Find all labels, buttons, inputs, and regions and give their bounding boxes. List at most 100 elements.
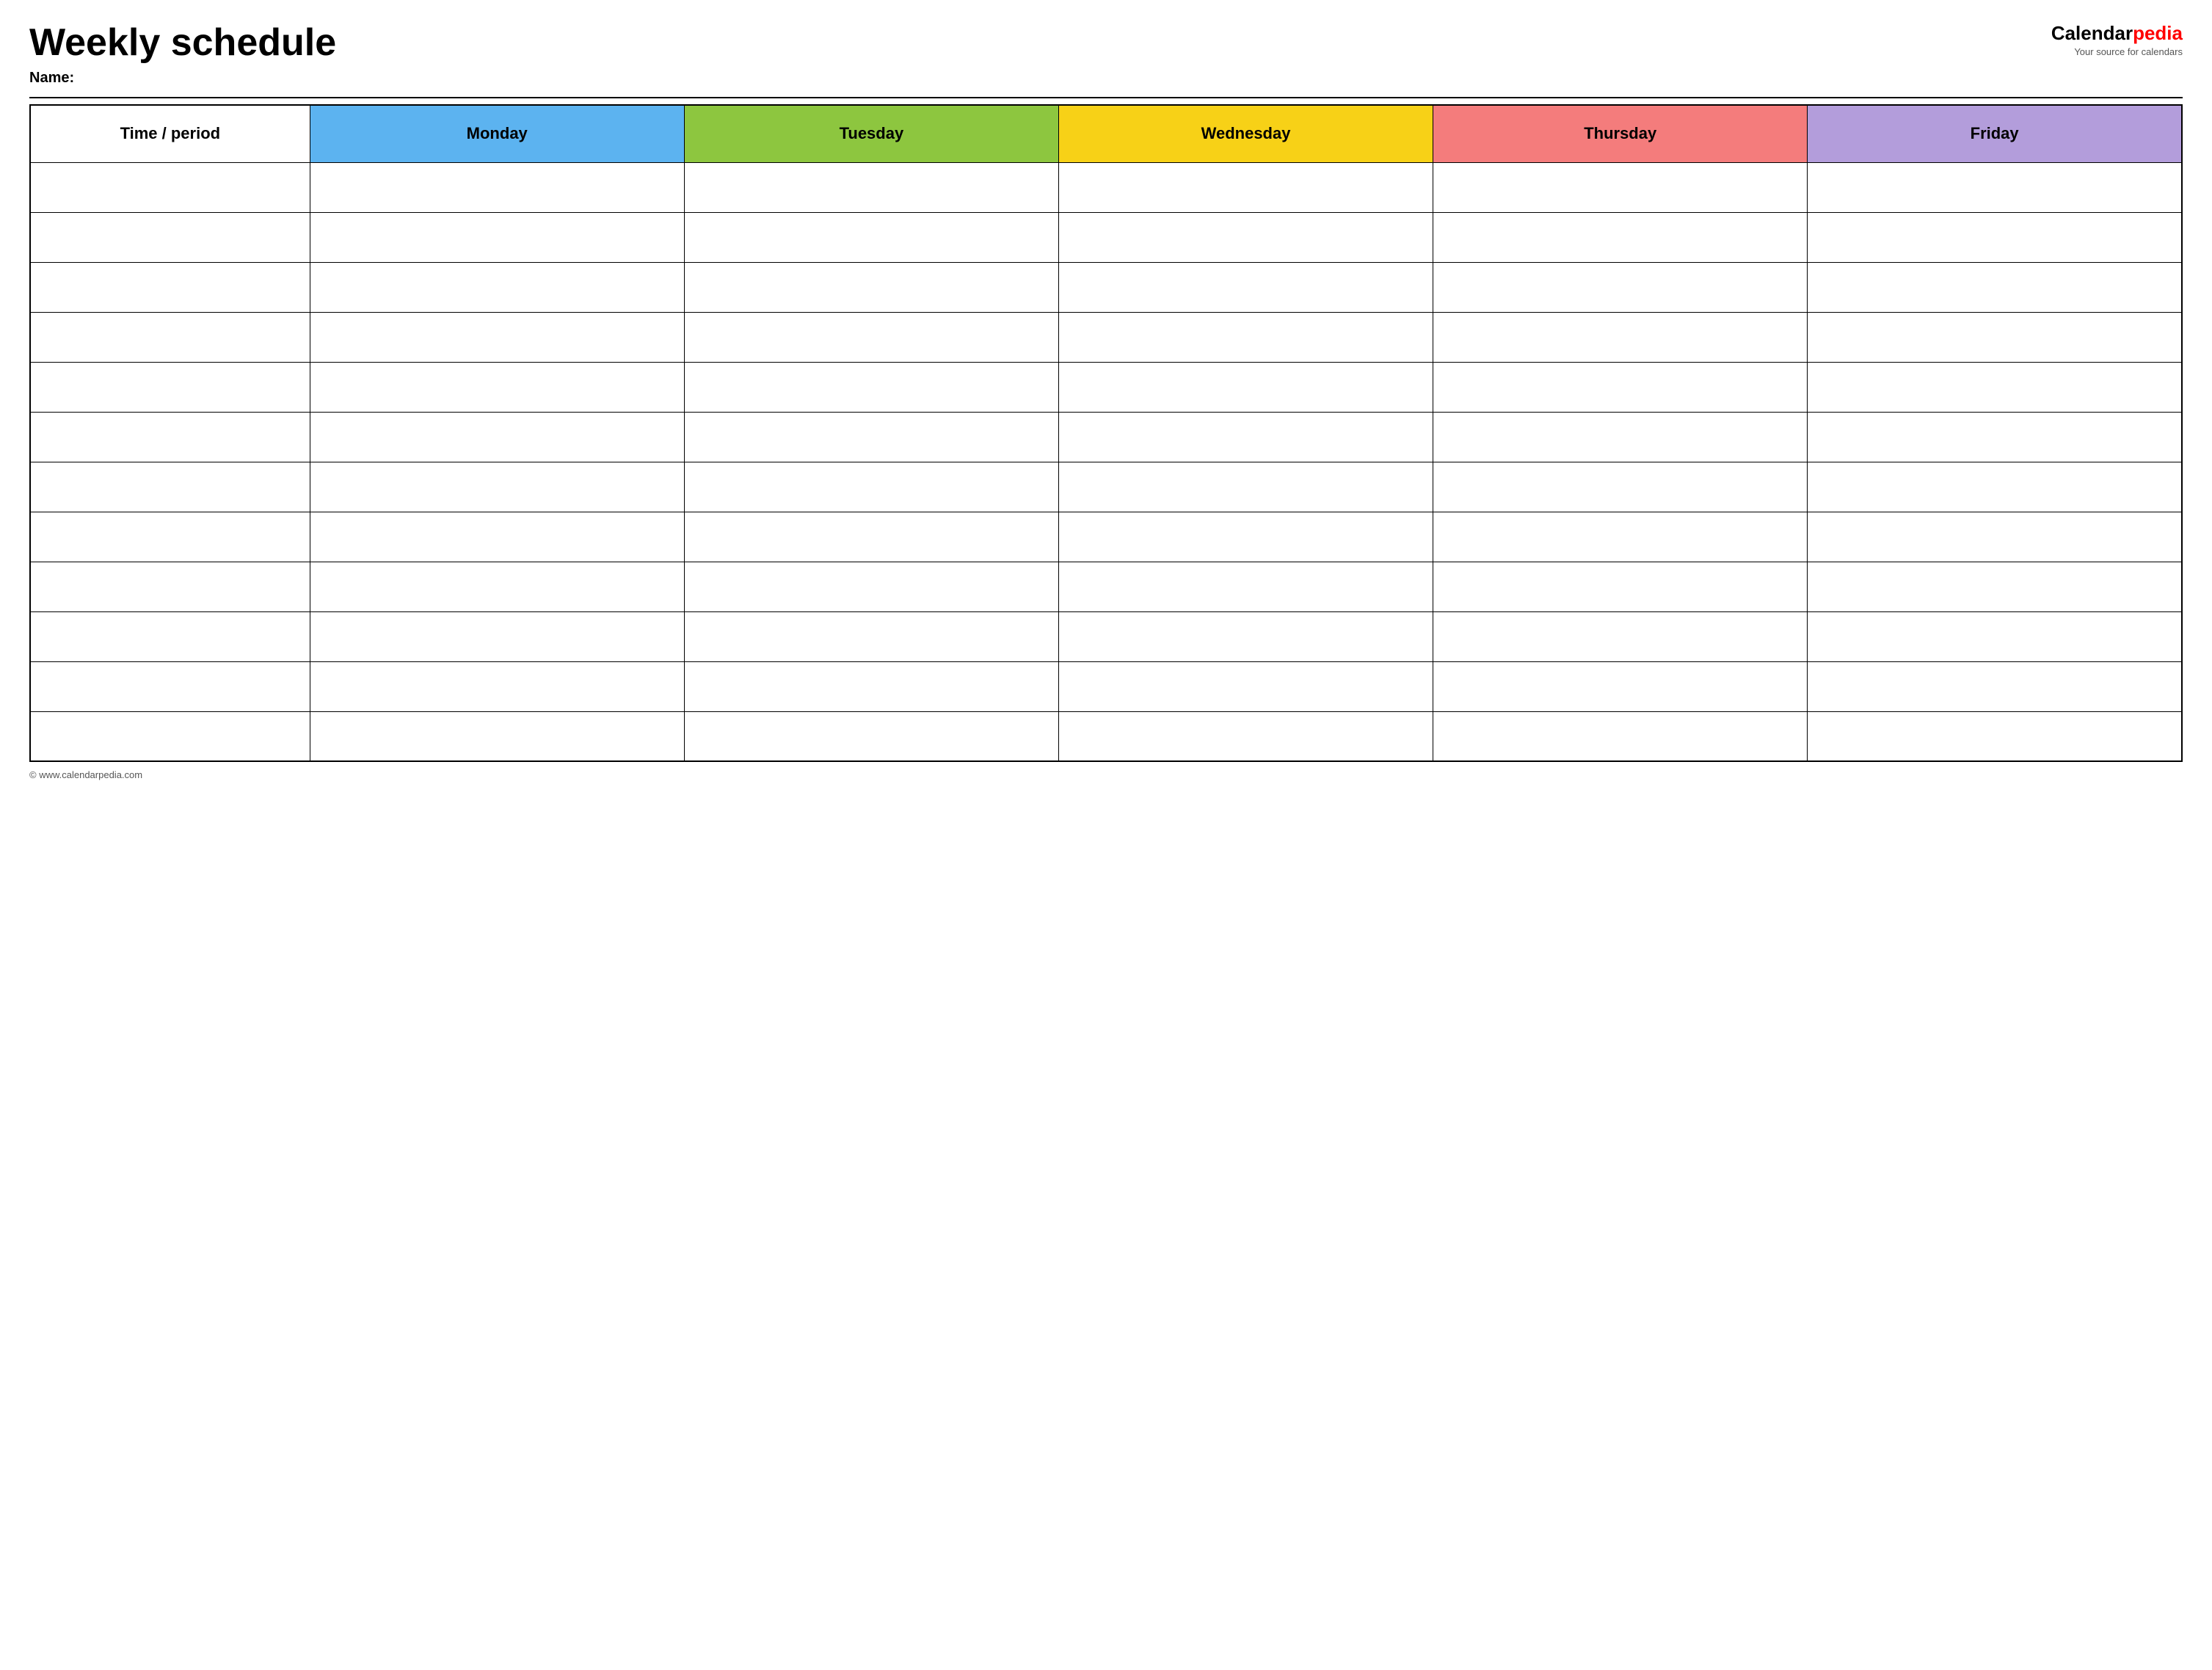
schedule-cell[interactable]: [1058, 262, 1433, 312]
footer-url: © www.calendarpedia.com: [29, 769, 142, 780]
time-cell[interactable]: [30, 162, 310, 212]
time-cell[interactable]: [30, 312, 310, 362]
schedule-cell[interactable]: [1808, 512, 2182, 562]
schedule-cell[interactable]: [684, 661, 1058, 711]
schedule-body: [30, 162, 2182, 761]
logo-tagline: Your source for calendars: [2074, 46, 2183, 57]
schedule-cell[interactable]: [684, 362, 1058, 412]
time-cell[interactable]: [30, 512, 310, 562]
schedule-cell[interactable]: [310, 711, 684, 761]
schedule-cell[interactable]: [1058, 412, 1433, 462]
name-label: Name:: [29, 70, 336, 87]
schedule-cell[interactable]: [1433, 711, 1808, 761]
table-row: [30, 412, 2182, 462]
footer: © www.calendarpedia.com: [29, 769, 2183, 780]
schedule-cell[interactable]: [684, 512, 1058, 562]
schedule-cell[interactable]: [684, 711, 1058, 761]
time-cell[interactable]: [30, 611, 310, 661]
schedule-cell[interactable]: [1433, 312, 1808, 362]
schedule-cell[interactable]: [310, 362, 684, 412]
table-row: [30, 512, 2182, 562]
schedule-cell[interactable]: [1058, 661, 1433, 711]
col-header-monday: Monday: [310, 105, 684, 162]
schedule-cell[interactable]: [310, 212, 684, 262]
page-container: Weekly schedule Name: Calendarpedia Your…: [29, 22, 2183, 780]
schedule-cell[interactable]: [310, 462, 684, 512]
logo-text: Calendarpedia: [2051, 22, 2183, 45]
schedule-cell[interactable]: [1808, 262, 2182, 312]
schedule-cell[interactable]: [1433, 162, 1808, 212]
schedule-cell[interactable]: [1808, 711, 2182, 761]
schedule-cell[interactable]: [1433, 661, 1808, 711]
time-cell[interactable]: [30, 462, 310, 512]
schedule-cell[interactable]: [1433, 362, 1808, 412]
schedule-cell[interactable]: [1808, 462, 2182, 512]
table-header-row: Time / period Monday Tuesday Wednesday T…: [30, 105, 2182, 162]
schedule-cell[interactable]: [1808, 412, 2182, 462]
table-row: [30, 661, 2182, 711]
schedule-cell[interactable]: [684, 212, 1058, 262]
table-row: [30, 362, 2182, 412]
schedule-cell[interactable]: [1808, 162, 2182, 212]
table-row: [30, 611, 2182, 661]
time-cell[interactable]: [30, 262, 310, 312]
schedule-cell[interactable]: [1433, 512, 1808, 562]
schedule-cell[interactable]: [1058, 212, 1433, 262]
schedule-cell[interactable]: [1058, 312, 1433, 362]
table-row: [30, 462, 2182, 512]
schedule-cell[interactable]: [1808, 611, 2182, 661]
time-cell[interactable]: [30, 711, 310, 761]
schedule-cell[interactable]: [684, 611, 1058, 661]
schedule-cell[interactable]: [1058, 611, 1433, 661]
schedule-cell[interactable]: [1433, 562, 1808, 611]
schedule-cell[interactable]: [1808, 362, 2182, 412]
schedule-cell[interactable]: [310, 611, 684, 661]
table-row: [30, 711, 2182, 761]
time-cell[interactable]: [30, 362, 310, 412]
schedule-cell[interactable]: [310, 661, 684, 711]
schedule-cell[interactable]: [1808, 212, 2182, 262]
header: Weekly schedule Name: Calendarpedia Your…: [29, 22, 2183, 87]
logo-area: Calendarpedia Your source for calendars: [2051, 22, 2183, 57]
schedule-cell[interactable]: [310, 512, 684, 562]
schedule-cell[interactable]: [1808, 562, 2182, 611]
col-header-wednesday: Wednesday: [1058, 105, 1433, 162]
schedule-cell[interactable]: [1433, 262, 1808, 312]
schedule-cell[interactable]: [310, 412, 684, 462]
table-row: [30, 312, 2182, 362]
schedule-cell[interactable]: [1433, 611, 1808, 661]
schedule-cell[interactable]: [1058, 562, 1433, 611]
schedule-cell[interactable]: [684, 412, 1058, 462]
schedule-cell[interactable]: [684, 312, 1058, 362]
schedule-cell[interactable]: [1433, 212, 1808, 262]
col-header-friday: Friday: [1808, 105, 2182, 162]
schedule-cell[interactable]: [1808, 661, 2182, 711]
header-divider: [29, 97, 2183, 98]
time-cell[interactable]: [30, 412, 310, 462]
table-row: [30, 162, 2182, 212]
table-row: [30, 262, 2182, 312]
schedule-cell[interactable]: [310, 262, 684, 312]
schedule-cell[interactable]: [1058, 512, 1433, 562]
schedule-cell[interactable]: [1058, 711, 1433, 761]
schedule-cell[interactable]: [684, 562, 1058, 611]
time-cell[interactable]: [30, 562, 310, 611]
schedule-cell[interactable]: [310, 312, 684, 362]
schedule-cell[interactable]: [1433, 462, 1808, 512]
schedule-cell[interactable]: [310, 562, 684, 611]
time-cell[interactable]: [30, 212, 310, 262]
col-header-thursday: Thursday: [1433, 105, 1808, 162]
col-header-tuesday: Tuesday: [684, 105, 1058, 162]
schedule-cell[interactable]: [1433, 412, 1808, 462]
time-cell[interactable]: [30, 661, 310, 711]
schedule-cell[interactable]: [1058, 362, 1433, 412]
schedule-cell[interactable]: [684, 262, 1058, 312]
schedule-cell[interactable]: [684, 162, 1058, 212]
schedule-cell[interactable]: [1808, 312, 2182, 362]
page-title: Weekly schedule: [29, 22, 336, 64]
schedule-cell[interactable]: [684, 462, 1058, 512]
schedule-cell[interactable]: [1058, 462, 1433, 512]
table-row: [30, 562, 2182, 611]
schedule-cell[interactable]: [310, 162, 684, 212]
schedule-cell[interactable]: [1058, 162, 1433, 212]
